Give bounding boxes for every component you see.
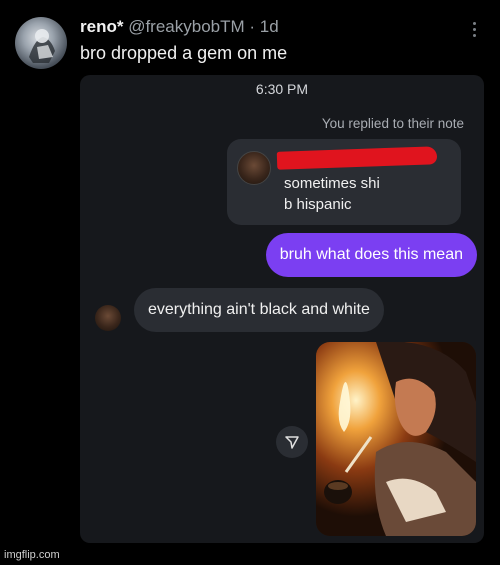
note-line-1: sometimes shi — [284, 175, 380, 192]
redaction-scribble — [276, 146, 438, 170]
author-line: reno* @freakybobTM · 1d — [80, 17, 279, 37]
reply-note-label: You replied to their note — [321, 116, 464, 131]
post-text: bro dropped a gem on me — [80, 43, 288, 63]
dm-screenshot: 6:30 PM You replied to their note someti… — [80, 75, 484, 543]
author-name[interactable]: reno* — [80, 17, 123, 36]
message-timestamp: 6:30 PM — [255, 81, 309, 97]
image-message[interactable] — [316, 342, 476, 536]
note-text: sometimes shi b hispanic — [284, 173, 380, 215]
author-handle: @freakybobTM · 1d — [128, 17, 279, 36]
avatar-figure-icon — [29, 29, 55, 63]
received-message-bubble: everything ain't black and white — [134, 288, 384, 332]
more-options-icon[interactable] — [470, 22, 478, 40]
note-card: sometimes shi b hispanic — [227, 139, 461, 225]
author-avatar[interactable] — [15, 17, 67, 69]
painting-image — [316, 342, 476, 536]
note-author-avatar — [237, 151, 271, 185]
sender-avatar — [95, 305, 121, 331]
post-header: reno* @freakybobTM · 1d bro dropped a ge… — [0, 0, 500, 75]
share-icon[interactable] — [276, 426, 308, 458]
sent-message-bubble: bruh what does this mean — [265, 233, 477, 277]
note-line-2: b hispanic — [284, 196, 352, 213]
imgflip-watermark: imgflip.com — [4, 549, 60, 561]
